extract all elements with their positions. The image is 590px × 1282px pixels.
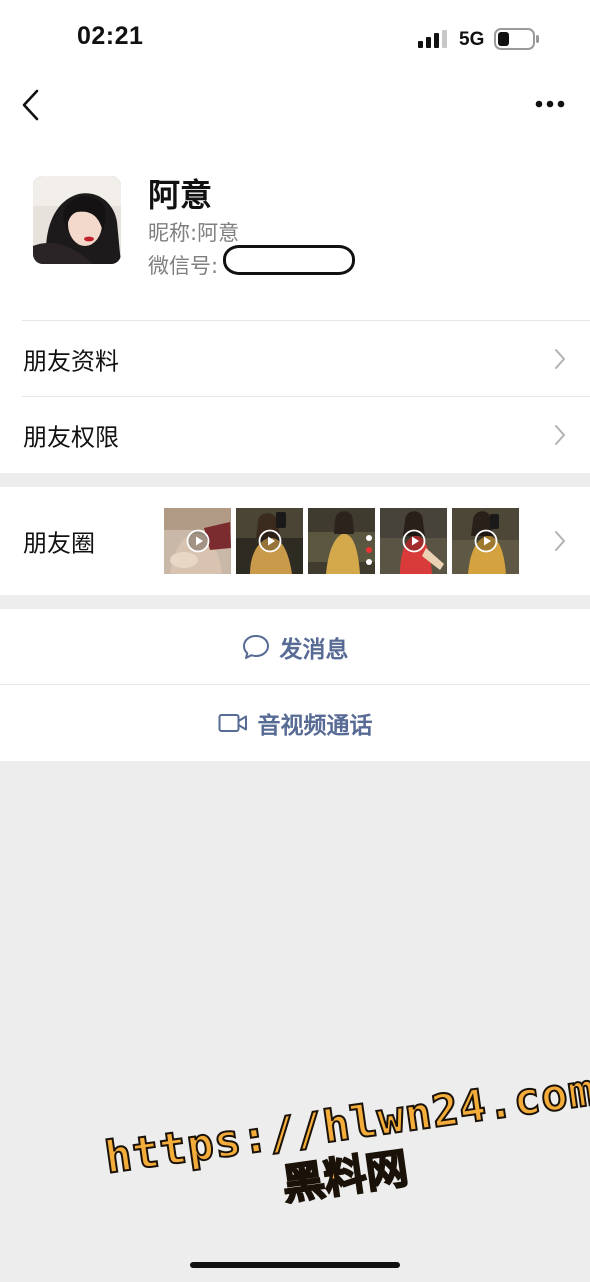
moment-thumbnail-image (308, 508, 375, 574)
nickname-value: 阿意 (197, 221, 240, 245)
navigation-bar (0, 80, 590, 130)
chat-bubble-icon (242, 635, 269, 659)
avatar-image (33, 176, 121, 264)
wechat-id-row: 微信号: (148, 250, 218, 280)
video-call-button[interactable]: 音视频通话 (0, 685, 590, 761)
friend-info-row[interactable]: 朋友资料 (0, 321, 590, 397)
send-message-label: 发消息 (279, 637, 349, 663)
cellular-signal-icon (418, 30, 447, 48)
play-icon (474, 529, 497, 553)
action-block: 发消息 音视频通话 (0, 609, 590, 761)
nickname-row: 昵称:阿意 (148, 217, 239, 247)
watermark: https://hlwn24.com 黑料网 (101, 1064, 590, 1282)
wechat-id-redaction (223, 245, 355, 275)
chevron-right-icon (555, 349, 565, 369)
wechat-id-label: 微信号: (148, 254, 219, 278)
more-icon[interactable] (534, 95, 566, 113)
nickname-label: 昵称: (148, 221, 198, 245)
video-camera-icon (218, 714, 247, 732)
moments-thumbnails (164, 508, 519, 574)
network-type: 5G (459, 29, 485, 50)
status-bar: 02:21 5G (0, 0, 590, 70)
moment-thumbnail (452, 508, 519, 574)
moments-row[interactable]: 朋友圈 (0, 487, 590, 595)
moments-label: 朋友圈 (23, 529, 95, 558)
battery-icon (494, 28, 539, 50)
profile-header: 阿意 昵称:阿意 微信号: (0, 170, 590, 290)
chevron-left-icon[interactable] (18, 88, 44, 122)
display-name: 阿意 (148, 176, 213, 214)
friend-permissions-row[interactable]: 朋友权限 (0, 397, 590, 473)
moment-thumbnail (164, 508, 231, 574)
send-message-button[interactable]: 发消息 (0, 609, 590, 685)
friend-info-label: 朋友资料 (23, 347, 119, 376)
friend-permissions-label: 朋友权限 (23, 423, 119, 452)
play-icon (258, 529, 281, 553)
chevron-right-icon (555, 531, 565, 551)
home-indicator[interactable] (190, 1262, 400, 1268)
play-icon (186, 529, 209, 553)
video-call-label: 音视频通话 (257, 713, 373, 739)
avatar[interactable] (33, 176, 121, 264)
status-time: 02:21 (77, 22, 144, 50)
play-icon (402, 529, 425, 553)
chevron-right-icon (555, 425, 565, 445)
moment-thumbnail (380, 508, 447, 574)
moment-thumbnail (308, 508, 375, 574)
moment-thumbnail (236, 508, 303, 574)
